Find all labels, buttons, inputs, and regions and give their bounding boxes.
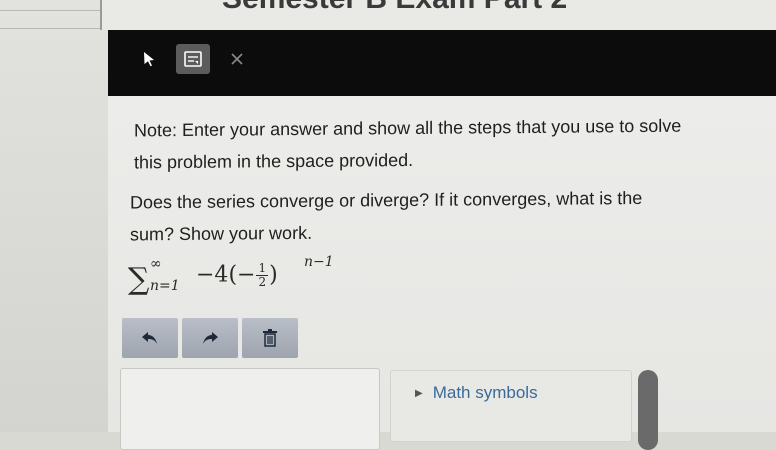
divider [0,10,100,11]
note-text: Note: Enter your answer and show all the… [134,115,682,173]
note-icon [184,51,202,67]
undo-button[interactable] [122,318,178,358]
coefficient: −4 [196,262,229,288]
fraction: 12 [256,261,269,289]
delete-button[interactable] [242,318,298,358]
sigma-symbol: ∑ [128,262,150,297]
left-margin [0,0,108,432]
fraction-denominator: 2 [258,275,267,289]
answer-input[interactable] [120,368,380,450]
sum-lower-limit: n=1 [150,278,180,294]
pointer-tool-button[interactable] [132,44,166,74]
question-panel: Note: Enter your answer and show all the… [108,96,776,450]
undo-icon [142,332,157,344]
toolbar [108,30,776,96]
redo-button[interactable] [182,318,238,358]
exponent: n−1 [304,254,334,270]
caret-right-icon: ▶ [415,387,423,399]
series-term: −4(− 1 2) [196,261,278,289]
fraction-numerator: 1 [256,261,269,276]
math-symbols-panel: ▶ Math symbols [390,370,632,442]
pointer-icon [144,52,154,67]
resize-handle[interactable] [638,370,658,450]
close-tool-button[interactable] [220,44,254,74]
sum-upper-limit: ∞ [150,256,162,272]
math-symbols-toggle[interactable]: ▶ Math symbols [415,383,538,403]
page-title: Semester B Exam Part 2 [222,0,567,16]
trash-icon [263,329,277,347]
page-header: Semester B Exam Part 2 [100,0,776,30]
redo-icon [203,332,218,344]
note-tool-button[interactable] [176,44,210,74]
question-text: Does the series converge or diverge? If … [130,187,643,245]
math-symbols-label: Math symbols [432,383,538,402]
divider [0,28,100,29]
close-icon [231,53,243,65]
